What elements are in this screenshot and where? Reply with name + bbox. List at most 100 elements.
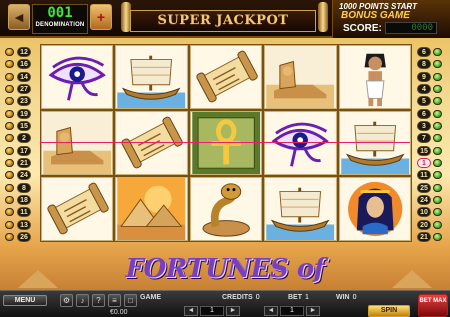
payline-light-icon xyxy=(5,85,14,94)
payline-indicator[interactable]: 6 xyxy=(414,108,448,120)
payline-indicator[interactable]: 15 xyxy=(414,145,448,157)
payline-number: 6 xyxy=(417,108,431,119)
payline-indicator[interactable]: 24 xyxy=(414,194,448,206)
payline-number: 2 xyxy=(17,133,31,144)
payline-indicator[interactable]: 8 xyxy=(0,182,34,194)
payline-number: 10 xyxy=(417,207,431,218)
payline-column-left: 12 16 14 27 23 19 15 2 17 21 24 8 18 11 13 26 xyxy=(0,46,34,244)
winning-payline xyxy=(40,142,410,143)
scroll-roll-right xyxy=(318,2,328,32)
payline-indicator[interactable]: 7 xyxy=(414,132,448,144)
payline-indicator[interactable]: 20 xyxy=(414,219,448,231)
payline-indicator[interactable]: 21 xyxy=(0,157,34,169)
payline-indicator[interactable]: 21 xyxy=(414,231,448,243)
ship-icon xyxy=(115,45,188,109)
payline-indicator[interactable]: 14 xyxy=(0,71,34,83)
payline-number: 21 xyxy=(417,232,431,243)
payline-number: 11 xyxy=(417,170,431,181)
papyrus-scroll-icon xyxy=(115,111,188,175)
eye-of-horus-icon xyxy=(41,45,114,109)
menu-button[interactable]: MENU xyxy=(3,295,47,306)
papyrus-scroll-icon xyxy=(41,177,114,241)
payline-light-icon xyxy=(5,97,14,106)
payline-light-icon xyxy=(433,183,442,192)
settings-icon[interactable]: ⚙ xyxy=(60,294,73,307)
fullscreen-icon[interactable]: □ xyxy=(124,294,137,307)
payline-light-icon xyxy=(433,48,442,56)
payline-number: 19 xyxy=(17,108,31,119)
payline-indicator[interactable]: 13 xyxy=(0,219,34,231)
payline-indicator[interactable]: 4 xyxy=(414,83,448,95)
payline-indicator[interactable]: 9 xyxy=(414,71,448,83)
payline-light-icon xyxy=(5,220,14,229)
top-bar: ◄ 001 DENOMINATION + SUPER JACKPOT 1000 … xyxy=(0,0,450,38)
payline-number: 5 xyxy=(417,96,431,107)
bet-increase-button[interactable]: ► xyxy=(306,306,320,316)
payline-light-icon xyxy=(5,233,14,242)
payline-light-icon xyxy=(5,208,14,217)
payline-light-icon xyxy=(433,171,442,180)
denomination-decrease-button[interactable]: ◄ xyxy=(8,4,30,30)
payline-light-icon xyxy=(5,146,14,155)
payline-light-icon xyxy=(5,72,14,81)
payline-indicator[interactable]: 19 xyxy=(0,108,34,120)
payline-number: 17 xyxy=(17,145,31,156)
ankh-icon xyxy=(189,111,263,175)
payline-number: 7 xyxy=(417,133,431,144)
payline-number: 25 xyxy=(417,182,431,193)
payline-indicator[interactable]: 17 xyxy=(0,145,34,157)
score-value: 0000 xyxy=(385,22,437,34)
payline-indicator[interactable]: 6 xyxy=(414,46,448,58)
payline-number: 8 xyxy=(17,182,31,193)
payline-number: 20 xyxy=(417,219,431,230)
payline-indicator[interactable]: 23 xyxy=(0,95,34,107)
payline-indicator[interactable]: 3 xyxy=(414,120,448,132)
score-label: SCORE: xyxy=(343,23,382,34)
payline-number: 26 xyxy=(17,232,31,243)
payline-number: 3 xyxy=(417,121,431,132)
bonus-score-panel: 1000 POINTS START BONUS GAME SCORE: 0000 xyxy=(332,0,450,38)
payline-light-icon xyxy=(433,122,442,131)
win-value: 0 xyxy=(352,294,357,301)
sound-icon[interactable]: ♪ xyxy=(76,294,89,307)
payline-number: 4 xyxy=(417,84,431,95)
payline-light-icon xyxy=(433,146,442,155)
payline-indicator[interactable]: 1 xyxy=(414,157,448,169)
payline-light-icon xyxy=(433,196,442,205)
payline-number: 23 xyxy=(17,96,31,107)
spin-button[interactable]: SPIN xyxy=(368,305,410,317)
payline-light-icon xyxy=(433,159,442,168)
payline-light-icon xyxy=(433,72,442,81)
payline-indicator[interactable]: 15 xyxy=(0,120,34,132)
payline-indicator[interactable]: 8 xyxy=(414,58,448,70)
bet-decrease-button[interactable]: ◄ xyxy=(264,306,278,316)
bet-per-line-value: 1 xyxy=(280,306,304,316)
payline-indicator[interactable]: 27 xyxy=(0,83,34,95)
denomination-increase-button[interactable]: + xyxy=(90,4,112,30)
help-icon[interactable]: ? xyxy=(92,294,105,307)
payline-number: 15 xyxy=(417,145,431,156)
reel-grid xyxy=(40,44,412,242)
payline-indicator[interactable]: 11 xyxy=(414,169,448,181)
payline-light-icon xyxy=(433,97,442,106)
payline-indicator[interactable]: 25 xyxy=(414,182,448,194)
payline-indicator[interactable]: 11 xyxy=(0,206,34,218)
payline-indicator[interactable]: 24 xyxy=(0,169,34,181)
payline-indicator[interactable]: 18 xyxy=(0,194,34,206)
payline-indicator[interactable]: 12 xyxy=(0,46,34,58)
payline-number: 6 xyxy=(417,47,431,57)
lines-increase-button[interactable]: ► xyxy=(226,306,240,316)
paytable-icon[interactable]: ≡ xyxy=(108,294,121,307)
payline-number: 18 xyxy=(17,195,31,206)
payline-indicator[interactable]: 26 xyxy=(0,231,34,243)
payline-indicator[interactable]: 16 xyxy=(0,58,34,70)
bet-max-button[interactable]: BET MAX xyxy=(418,294,448,317)
game-label: GAME xyxy=(140,294,161,301)
sphinx-icon xyxy=(264,45,337,109)
win-meter: WIN 0 xyxy=(336,294,357,301)
payline-indicator[interactable]: 2 xyxy=(0,132,34,144)
payline-indicator[interactable]: 10 xyxy=(414,206,448,218)
payline-indicator[interactable]: 5 xyxy=(414,95,448,107)
lines-decrease-button[interactable]: ◄ xyxy=(184,306,198,316)
bet-label: BET xyxy=(288,294,302,301)
